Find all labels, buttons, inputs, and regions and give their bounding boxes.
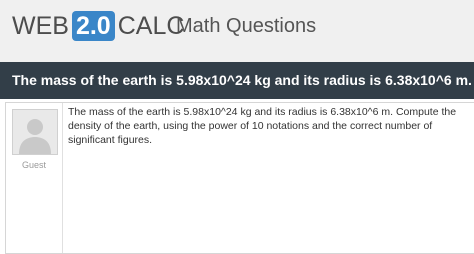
question-title: The mass of the earth is 5.98x10^24 kg a… (12, 72, 474, 88)
body-line: The mass of the earth is 5.98x10^24 kg a… (68, 106, 457, 118)
question-post: Guest The mass of the earth is 5.98x10^2… (5, 102, 474, 254)
site-header: WEB 2.0 CALC Math Questions (0, 0, 474, 62)
logo-text-web: WEB (12, 12, 69, 40)
post-area: Guest The mass of the earth is 5.98x10^2… (0, 99, 474, 254)
logo-badge: 2.0 (71, 11, 115, 41)
question-body: The mass of the earth is 5.98x10^24 kg a… (68, 105, 474, 147)
user-avatar-icon (12, 109, 58, 155)
author-column: Guest (6, 103, 63, 253)
logo-text-calc: CALC (117, 12, 185, 40)
question-title-bar: The mass of the earth is 5.98x10^24 kg a… (0, 62, 474, 99)
author-name[interactable]: Guest (6, 160, 62, 170)
body-line: significant figures. (68, 134, 153, 146)
section-title-link[interactable]: Math Questions (176, 10, 316, 42)
body-line: density of the earth, using the power of… (68, 120, 433, 132)
site-logo[interactable]: WEB 2.0 CALC (12, 10, 184, 42)
